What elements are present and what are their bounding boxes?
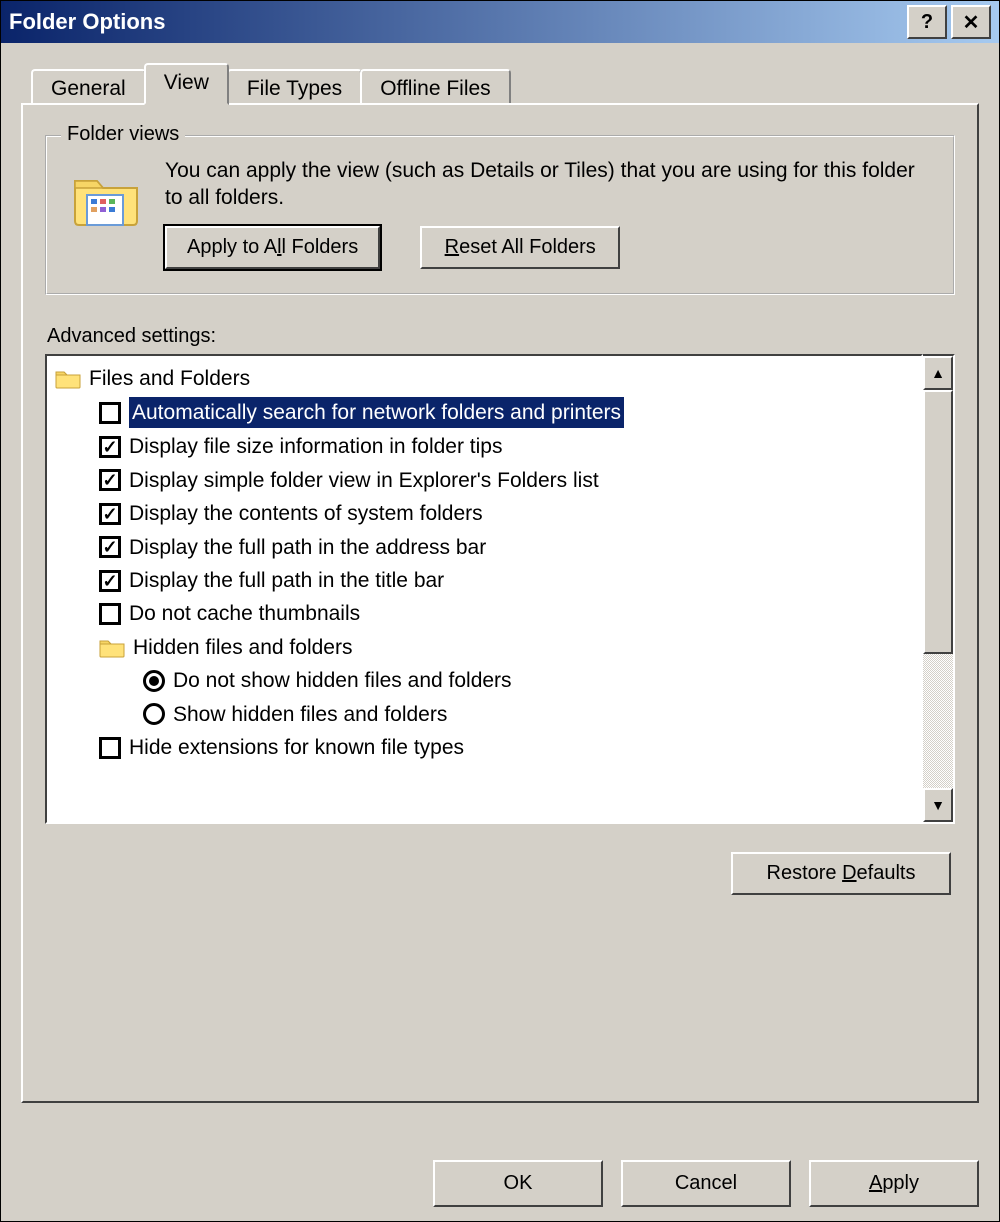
tree-item-label: Display the full path in the title bar [129, 566, 444, 595]
dialog-button-row: OK Cancel Apply [433, 1160, 979, 1207]
tree-item-label: Display the contents of system folders [129, 499, 483, 528]
tree-item-label: Display file size information in folder … [129, 432, 503, 461]
tab-strip: General View File Types Offline Files [31, 63, 979, 103]
apply-button[interactable]: Apply [809, 1160, 979, 1207]
folder-icon [55, 367, 81, 389]
checkbox-icon[interactable] [99, 737, 121, 759]
close-button[interactable]: ✕ [951, 5, 991, 39]
scroll-thumb[interactable] [923, 390, 953, 654]
tree-item-label: Display simple folder view in Explorer's… [129, 466, 599, 495]
tree-item-display-file-size[interactable]: Display file size information in folder … [51, 430, 917, 463]
tree-item-system-folder-contents[interactable]: Display the contents of system folders [51, 497, 917, 530]
radio-icon[interactable] [143, 703, 165, 725]
tab-page-view: Folder views [21, 103, 979, 1103]
tab-file-types[interactable]: File Types [227, 69, 362, 105]
tree-item-full-path-address-bar[interactable]: Display the full path in the address bar [51, 531, 917, 564]
close-icon: ✕ [963, 10, 980, 35]
scroll-down-button[interactable]: ▼ [923, 788, 953, 822]
cancel-button[interactable]: Cancel [621, 1160, 791, 1207]
tree-group-label: Files and Folders [89, 364, 250, 393]
folder-views-legend: Folder views [61, 123, 185, 146]
help-icon: ? [921, 11, 933, 34]
checkbox-icon[interactable] [99, 402, 121, 424]
tree-item-label: Hide extensions for known file types [129, 733, 464, 762]
chevron-down-icon: ▼ [931, 797, 945, 813]
folder-icon [99, 636, 125, 658]
vertical-scrollbar[interactable]: ▲ ▼ [923, 354, 955, 824]
folder-icon [71, 163, 141, 233]
advanced-settings-label: Advanced settings: [47, 325, 955, 348]
tree-group-label: Hidden files and folders [133, 633, 352, 662]
scroll-up-button[interactable]: ▲ [923, 356, 953, 390]
title-bar: Folder Options ? ✕ [1, 1, 999, 43]
tree-group-hidden-files: Hidden files and folders [51, 631, 917, 664]
radio-icon[interactable] [143, 670, 165, 692]
folder-views-description: You can apply the view (such as Details … [165, 157, 929, 212]
window-title: Folder Options [9, 9, 165, 35]
checkbox-icon[interactable] [99, 570, 121, 592]
checkbox-icon[interactable] [99, 503, 121, 525]
tree-item-simple-folder-view[interactable]: Display simple folder view in Explorer's… [51, 464, 917, 497]
ok-button[interactable]: OK [433, 1160, 603, 1207]
dialog-window: Folder Options ? ✕ General View File Typ… [0, 0, 1000, 1222]
tree-item-label: Do not show hidden files and folders [173, 666, 512, 695]
tab-offline-files[interactable]: Offline Files [360, 69, 511, 105]
checkbox-icon[interactable] [99, 469, 121, 491]
tree-item-no-cache-thumbnails[interactable]: Do not cache thumbnails [51, 597, 917, 630]
tree-item-label: Automatically search for network folders… [129, 397, 624, 428]
scroll-track[interactable] [923, 654, 953, 788]
apply-to-all-folders-button[interactable]: Apply to All Folders [165, 226, 380, 269]
advanced-settings-list[interactable]: Files and Folders Automatically search f… [45, 354, 923, 824]
tree-group-files-and-folders: Files and Folders [51, 362, 917, 395]
tree-item-full-path-title-bar[interactable]: Display the full path in the title bar [51, 564, 917, 597]
chevron-up-icon: ▲ [931, 365, 945, 381]
checkbox-icon[interactable] [99, 436, 121, 458]
tree-item-hide-hidden[interactable]: Do not show hidden files and folders [51, 664, 917, 697]
checkbox-icon[interactable] [99, 536, 121, 558]
tab-view[interactable]: View [144, 63, 229, 105]
help-button[interactable]: ? [907, 5, 947, 39]
tree-item-show-hidden[interactable]: Show hidden files and folders [51, 698, 917, 731]
tree-item-hide-extensions[interactable]: Hide extensions for known file types [51, 731, 917, 764]
tree-item-label: Do not cache thumbnails [129, 599, 360, 628]
checkbox-icon[interactable] [99, 603, 121, 625]
reset-all-folders-button[interactable]: Reset All Folders [420, 226, 620, 269]
folder-views-group: Folder views [45, 135, 955, 295]
restore-defaults-button[interactable]: Restore Defaults [731, 852, 951, 895]
tree-item-label: Show hidden files and folders [173, 700, 447, 729]
tab-general[interactable]: General [31, 69, 146, 105]
tree-item-label: Display the full path in the address bar [129, 533, 486, 562]
tree-item-auto-search-network[interactable]: Automatically search for network folders… [51, 395, 917, 430]
